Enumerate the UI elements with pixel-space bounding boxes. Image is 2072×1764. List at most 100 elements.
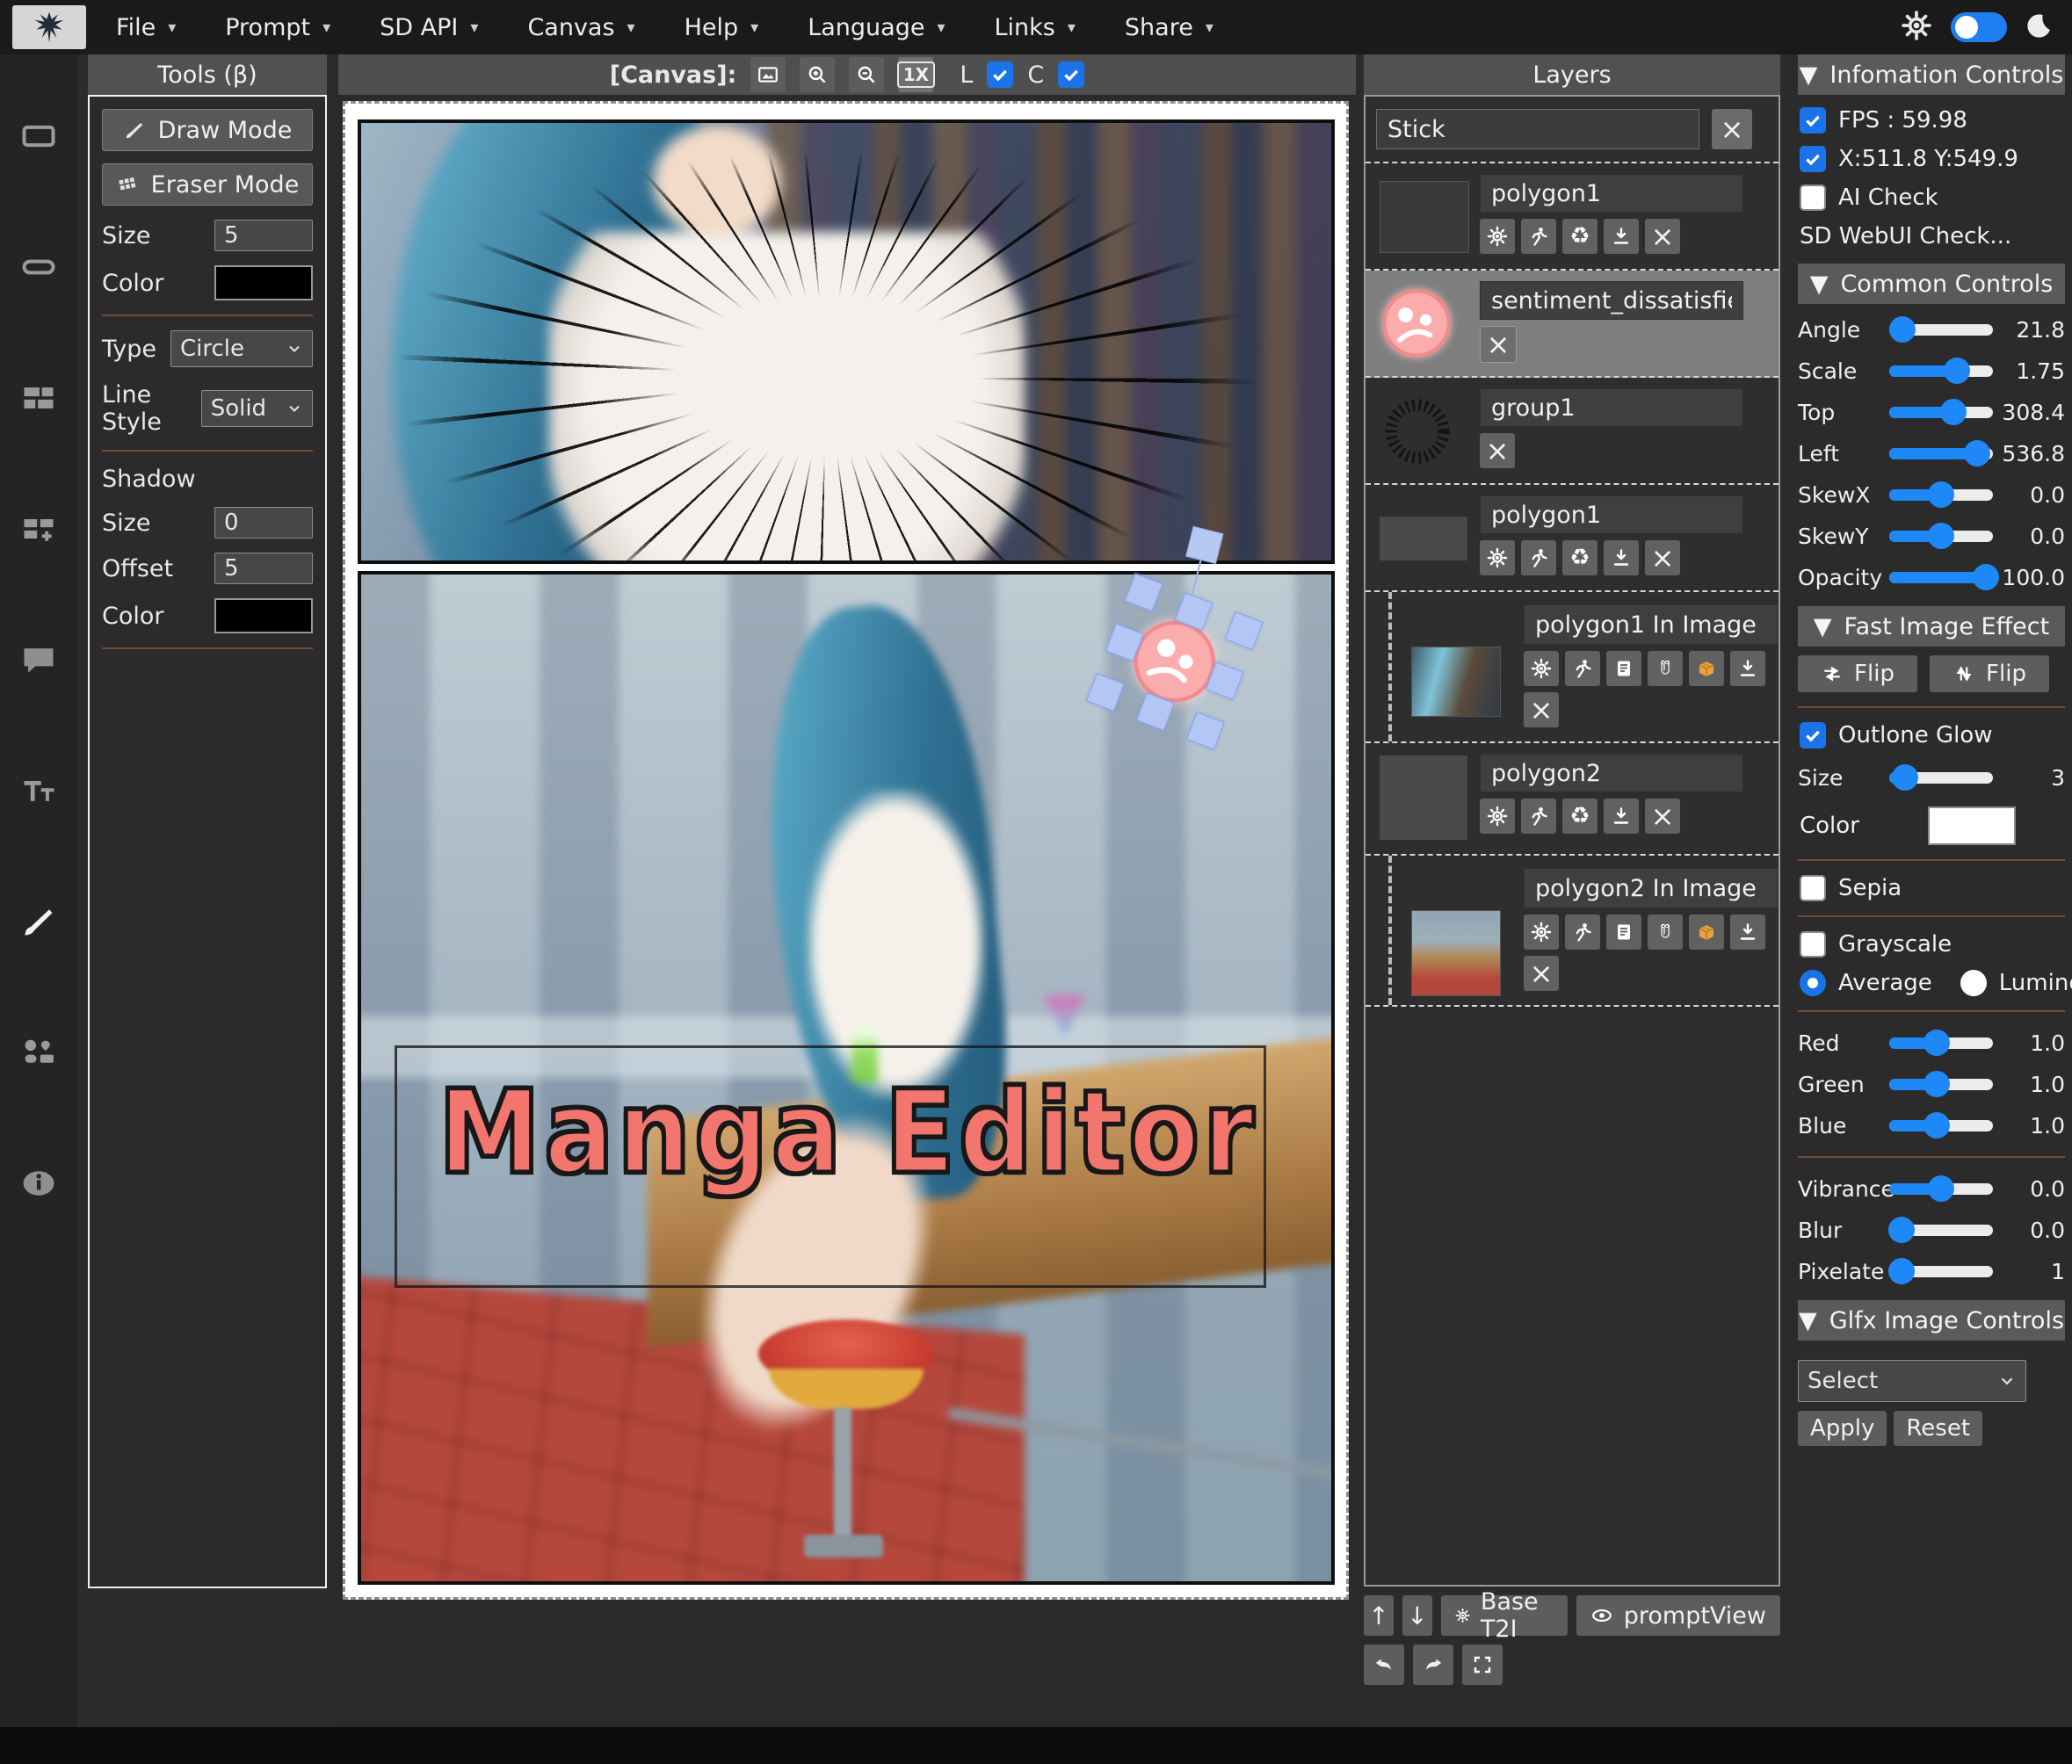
shadow-offset-input[interactable] [214,553,313,584]
package-icon[interactable] [1689,651,1724,686]
slider-thumb[interactable] [1923,1071,1950,1097]
app-logo[interactable] [12,5,86,49]
delete-icon[interactable]: × [1645,799,1680,834]
delete-icon[interactable]: × [1645,540,1680,575]
layer-row-polygon1b[interactable]: ♻ × [1366,485,1779,592]
recycle-icon[interactable]: ♻ [1562,540,1597,575]
animate-icon[interactable] [1521,540,1556,575]
layer-row-group1[interactable]: × [1366,378,1779,485]
menu-share[interactable]: Share▾ [1125,14,1213,41]
vibrance-slider[interactable] [1889,1183,1993,1195]
menu-file[interactable]: File▾ [116,14,176,41]
fps-checkbox[interactable] [1800,107,1826,134]
fullscreen-icon[interactable] [1462,1645,1503,1685]
actual-size-button[interactable]: 1X [898,57,933,92]
glow-color-swatch[interactable] [1928,806,2016,845]
ai-check-checkbox[interactable] [1800,184,1826,211]
menu-sd-api[interactable]: SD API▾ [380,14,478,41]
average-radio[interactable] [1800,970,1826,996]
redo-icon[interactable] [1413,1645,1453,1685]
glow-size-slider[interactable] [1889,772,1993,784]
reset-button[interactable]: Reset [1894,1411,1982,1446]
green-slider[interactable] [1889,1079,1993,1090]
layer-row-polygon1[interactable]: ♻ × [1366,163,1779,271]
download-icon[interactable] [1730,915,1765,950]
menu-help[interactable]: Help▾ [685,14,759,41]
pixelate-slider[interactable] [1889,1266,1993,1277]
information-controls-header[interactable]: ▼ Infomation Controls [1798,54,2065,95]
slider-thumb[interactable] [1973,564,1999,590]
layer-row-polygon2[interactable]: ♻ × [1366,743,1779,856]
crescent-moon-icon[interactable] [2026,12,2053,42]
base-t2i-button[interactable]: Base T2I [1441,1595,1568,1636]
rotation-handle[interactable] [1185,526,1224,565]
layer-name-input[interactable] [1480,754,1743,792]
download-icon[interactable] [1604,799,1639,834]
layer-thumbnail[interactable] [1380,517,1467,560]
flip-horizontal-button[interactable]: Flip [1798,655,1917,692]
manga-page[interactable]: Manga Editor [343,101,1349,1600]
angle-slider[interactable] [1889,324,1993,336]
glfx-image-controls-header[interactable]: ▼ Glfx Image Controls [1798,1300,2065,1341]
layer-name-input[interactable] [1524,868,1779,908]
blur-slider[interactable] [1889,1225,1993,1236]
pill-icon[interactable] [18,247,59,287]
move-layer-down-button[interactable]: ↓ [1402,1595,1432,1636]
slider-thumb[interactable] [1889,316,1916,343]
settings-icon[interactable] [1524,915,1559,950]
layer-row-polygon1-in-image[interactable]: × [1366,592,1779,743]
sepia-checkbox[interactable] [1800,875,1826,901]
layer-thumbnail-image[interactable] [1411,910,1501,996]
brush-color-swatch[interactable] [214,265,313,300]
draw-mode-button[interactable]: Draw Mode [102,109,313,151]
opacity-slider[interactable] [1889,572,1993,583]
settings-icon[interactable] [1480,540,1515,575]
layers-visibility-checkbox[interactable] [987,61,1013,88]
luminosity-radio[interactable] [1960,970,1987,996]
shapes-icon[interactable] [18,1032,59,1073]
layout-add-icon[interactable] [18,509,59,549]
package-icon[interactable] [1689,915,1724,950]
speech-bubble-icon[interactable] [18,640,59,680]
layer-thumbnail[interactable] [1380,755,1467,840]
delete-icon[interactable]: × [1480,433,1515,468]
zoom-in-icon[interactable] [800,57,835,92]
coords-checkbox[interactable] [1800,146,1826,172]
prompt-view-button[interactable]: promptView [1576,1595,1780,1636]
slider-thumb[interactable] [1928,523,1954,549]
slider-thumb[interactable] [1888,1258,1915,1284]
crop-marks-checkbox[interactable] [1058,61,1084,88]
grayscale-checkbox[interactable] [1800,931,1826,958]
layer-name-input[interactable] [1480,281,1743,320]
line-style-select[interactable]: Solid [201,390,313,427]
settings-icon[interactable] [1480,219,1515,254]
slider-thumb[interactable] [1923,1112,1950,1139]
recycle-icon[interactable]: ♻ [1562,219,1597,254]
move-layer-up-button[interactable]: ↑ [1364,1595,1394,1636]
layer-thumbnail-image[interactable] [1411,647,1501,717]
eraser-mode-button[interactable]: Eraser Mode [102,163,313,206]
slider-thumb[interactable] [1940,399,1967,425]
canvas-stage[interactable]: Manga Editor [338,95,1356,1727]
slider-thumb[interactable] [1928,1175,1954,1202]
layer-name-input[interactable] [1480,495,1743,534]
animate-icon[interactable] [1521,799,1556,834]
undo-icon[interactable] [1364,1645,1404,1685]
clippy-icon[interactable] [1648,915,1683,950]
zoom-out-icon[interactable] [849,57,884,92]
layout-panels-icon[interactable] [18,378,59,418]
text-tool-icon[interactable] [18,770,59,811]
layer-filter-input[interactable] [1376,109,1699,149]
animate-icon[interactable] [1565,915,1600,950]
menu-language[interactable]: Language▾ [808,14,945,41]
apply-button[interactable]: Apply [1798,1411,1887,1446]
layer-thumbnail-group[interactable] [1378,392,1457,474]
skewy-slider[interactable] [1889,531,1993,542]
theme-toggle[interactable] [1951,12,2007,42]
layer-name-input[interactable] [1480,388,1743,427]
left-slider[interactable] [1889,448,1993,459]
menu-prompt[interactable]: Prompt▾ [225,14,330,41]
slider-thumb[interactable] [1923,1030,1950,1056]
layer-name-input[interactable] [1524,604,1779,645]
shadow-color-swatch[interactable] [214,598,313,633]
